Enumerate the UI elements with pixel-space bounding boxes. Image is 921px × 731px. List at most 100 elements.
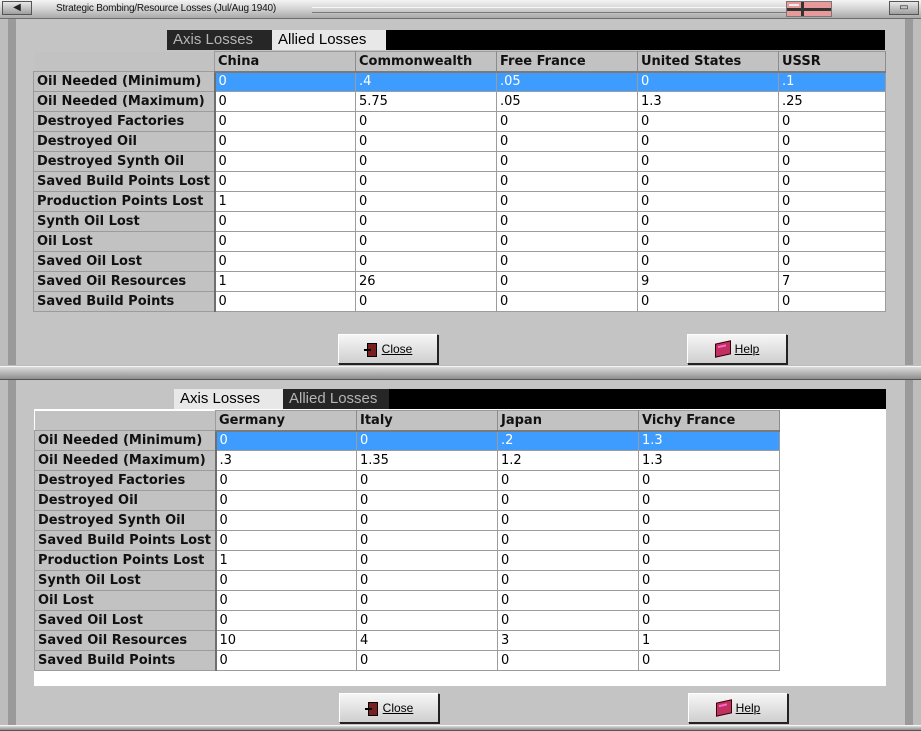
close-button-2[interactable]: Close xyxy=(339,693,439,723)
table-cell: 0 xyxy=(356,570,498,591)
table-row[interactable]: Saved Build Points 0 0 0 0 xyxy=(34,650,780,671)
window-title: Strategic Bombing/Resource Losses (Jul/A… xyxy=(56,3,276,14)
restore-button[interactable]: ▭ xyxy=(889,1,919,15)
system-menu-button[interactable]: ◀ xyxy=(2,1,32,15)
table-row[interactable]: Synth Oil Lost 0 0 0 0 0 xyxy=(33,211,886,232)
table-cell: 0 xyxy=(214,291,356,312)
table-cell: 0 xyxy=(215,590,357,611)
top-tab-strip: Axis Losses Allied Losses xyxy=(167,30,885,50)
table-cell: 0 xyxy=(638,550,780,571)
back-arrow-icon: ◀ xyxy=(13,2,21,13)
table-row[interactable]: Production Points Lost 1 0 0 0 xyxy=(34,550,780,571)
column-header[interactable]: Germany xyxy=(215,410,357,432)
table-cell: 0 xyxy=(215,610,357,631)
table-cell: 0 xyxy=(355,251,497,272)
table-row[interactable]: Oil Needed (Maximum) 0 5.75.05 1.3.25 xyxy=(33,91,886,112)
table-cell: 0 xyxy=(496,271,638,292)
table-cell: 0 xyxy=(638,490,780,511)
table-cell: .3 xyxy=(215,450,357,471)
tab-axis-losses-2[interactable]: Axis Losses xyxy=(174,389,283,409)
table-cell: 0 xyxy=(637,131,779,152)
help-book-icon xyxy=(715,699,732,717)
table-cell: 0 xyxy=(638,530,780,551)
table-row[interactable]: Oil Lost 0 0 0 0 0 xyxy=(33,231,886,252)
column-header[interactable]: Vichy France xyxy=(638,410,780,432)
title-bar: ◀ Strategic Bombing/Resource Losses (Jul… xyxy=(0,0,921,19)
row-label: Oil Needed (Maximum) xyxy=(34,450,217,471)
table-cell: 0 xyxy=(778,231,886,252)
row-label: Saved Oil Lost xyxy=(33,251,216,272)
row-label: Saved Oil Resources xyxy=(33,271,216,292)
table-cell: 0 xyxy=(356,430,498,451)
table-row[interactable]: Production Points Lost 1 0 0 0 0 xyxy=(33,191,886,212)
help-button-2[interactable]: Help xyxy=(688,693,788,723)
table-row[interactable]: Destroyed Oil 0 0 0 0 xyxy=(34,490,780,511)
table-row[interactable]: Destroyed Oil 0 0 0 0 0 xyxy=(33,131,886,152)
table-cell: 0 xyxy=(214,111,356,132)
tab-allied-losses-2[interactable]: Allied Losses xyxy=(283,389,389,409)
column-header[interactable]: Italy xyxy=(356,410,498,432)
table-row[interactable]: Saved Build Points Lost 0 0 0 0 xyxy=(34,530,780,551)
table-cell: 4 xyxy=(356,630,498,651)
tab-allied-losses[interactable]: Allied Losses xyxy=(272,30,386,50)
column-header[interactable]: Commonwealth xyxy=(355,51,497,73)
column-header[interactable]: United States xyxy=(637,51,779,73)
column-header[interactable]: USSR xyxy=(778,51,886,73)
row-label: Synth Oil Lost xyxy=(33,211,216,232)
row-label: Oil Needed (Minimum) xyxy=(33,71,216,92)
exit-door-icon xyxy=(364,701,379,716)
row-label: Oil Lost xyxy=(33,231,216,252)
table-cell: 0 xyxy=(214,91,356,112)
table-cell: 0 xyxy=(778,291,886,312)
table-row[interactable]: Oil Needed (Minimum) 0.4.05 0.1 xyxy=(33,71,886,92)
table-cell: 0 xyxy=(778,251,886,272)
table-cell: 0 xyxy=(778,131,886,152)
table-cell: 0 xyxy=(214,231,356,252)
help-button[interactable]: Help xyxy=(687,334,787,364)
row-label: Oil Lost xyxy=(34,590,217,611)
row-label: Production Points Lost xyxy=(33,191,216,212)
column-header[interactable]: Free France xyxy=(496,51,638,73)
table-cell: 0 xyxy=(355,111,497,132)
table-cell: 0 xyxy=(215,510,357,531)
table-cell: 0 xyxy=(496,291,638,312)
table-row[interactable]: Saved Oil Resources 10 4 3 1 xyxy=(34,630,780,651)
table-row[interactable]: Oil Lost 0 0 0 0 xyxy=(34,590,780,611)
table-row[interactable]: Saved Oil Resources 1 26 0 9 7 xyxy=(33,271,886,292)
table-row[interactable]: Oil Needed (Minimum) 0 0.2 1.3 xyxy=(34,430,780,451)
table-cell: .05 xyxy=(496,71,638,92)
table-row[interactable]: Destroyed Synth Oil 0 0 0 0 0 xyxy=(33,151,886,172)
row-label: Destroyed Synth Oil xyxy=(33,151,216,172)
table-row[interactable]: Destroyed Factories 0 0 0 0 xyxy=(34,470,780,491)
table-cell: .05 xyxy=(496,91,638,112)
tab-axis-losses[interactable]: Axis Losses xyxy=(167,30,272,50)
column-header[interactable]: China xyxy=(214,51,356,73)
row-label: Saved Build Points xyxy=(33,291,216,312)
table-cell: 1.35 xyxy=(356,450,498,471)
column-header[interactable]: Japan xyxy=(497,410,639,432)
table-cell: 0 xyxy=(356,550,498,571)
table-cell: 0 xyxy=(215,530,357,551)
table-cell: 0 xyxy=(496,131,638,152)
row-label: Destroyed Oil xyxy=(33,131,216,152)
table-cell: 0 xyxy=(778,191,886,212)
table-row[interactable]: Saved Oil Lost 0 0 0 0 0 xyxy=(33,251,886,272)
row-label: Saved Oil Lost xyxy=(34,610,217,631)
table-cell: 0 xyxy=(496,231,638,252)
table-row[interactable]: Oil Needed (Maximum) .3 1.35 1.2 1.3 xyxy=(34,450,780,471)
table-cell: 0 xyxy=(356,470,498,491)
table-cell: 0 xyxy=(496,171,638,192)
table-cell: 0 xyxy=(638,570,780,591)
table-cell: 0 xyxy=(355,211,497,232)
table-row[interactable]: Saved Build Points 0 0 0 0 0 xyxy=(33,291,886,312)
table-row[interactable]: Destroyed Synth Oil 0 0 0 0 xyxy=(34,510,780,531)
table-cell: 0 xyxy=(355,151,497,172)
table-cell: 0 xyxy=(215,490,357,511)
table-row[interactable]: Synth Oil Lost 0 0 0 0 xyxy=(34,570,780,591)
table-row[interactable]: Saved Build Points Lost 0 0 0 0 0 xyxy=(33,171,886,192)
bottom-tab-strip: Axis Losses Allied Losses xyxy=(174,389,886,409)
table-row[interactable]: Destroyed Factories 0 0 0 0 0 xyxy=(33,111,886,132)
close-button[interactable]: Close xyxy=(338,334,438,364)
table-row[interactable]: Saved Oil Lost 0 0 0 0 xyxy=(34,610,780,631)
close-button-label: Close xyxy=(381,342,413,356)
